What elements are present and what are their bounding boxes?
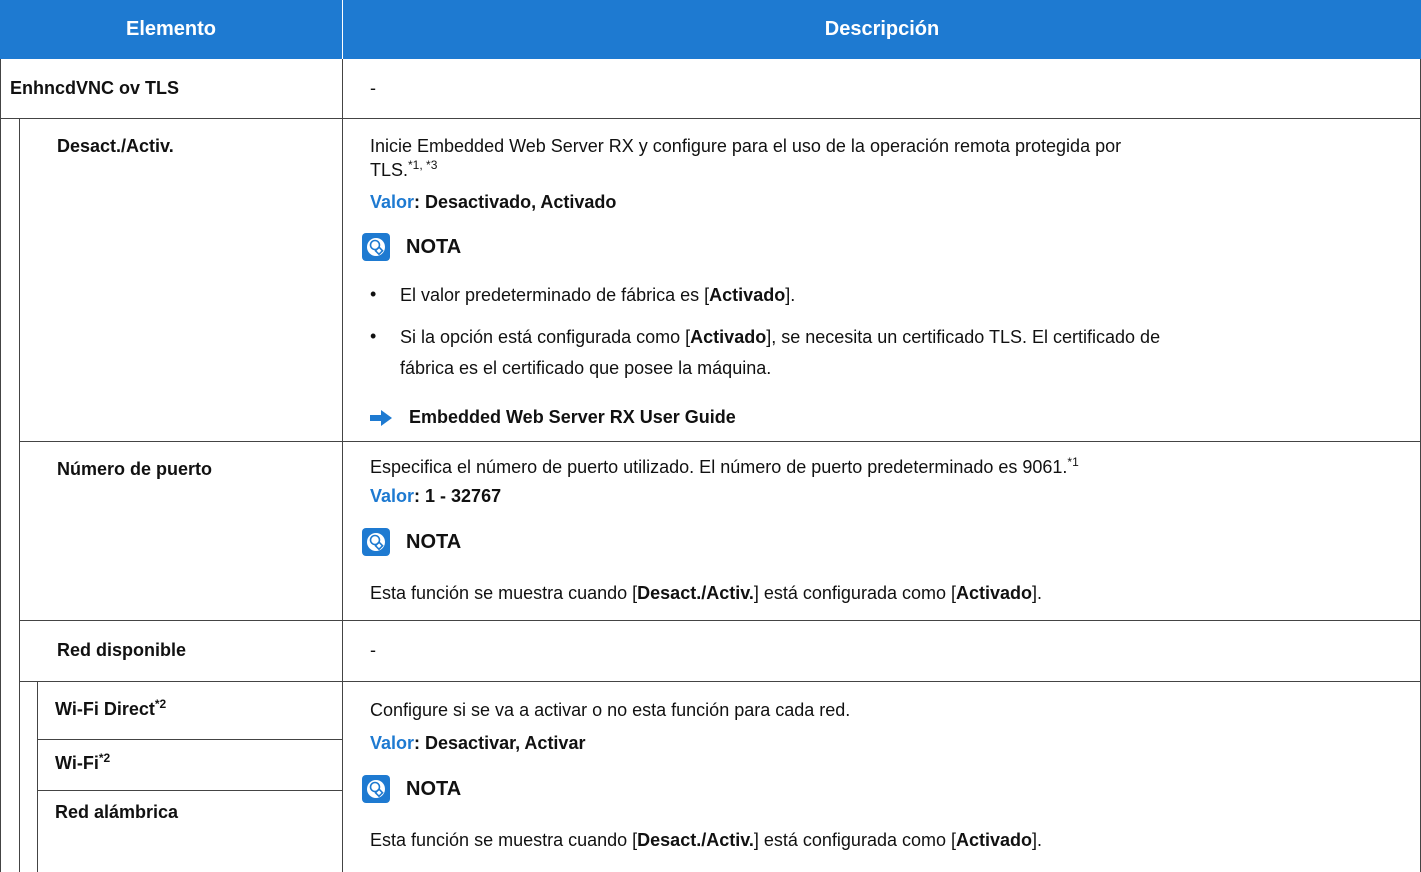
desact-desc-line2: TLS.*1, *3	[370, 158, 438, 181]
n-post: ].	[1032, 583, 1043, 603]
desact-bullet-1: El valor predeterminado de fábrica es [A…	[400, 285, 795, 306]
label-b: Wi-Fi	[55, 753, 99, 773]
n-pre: Esta función se muestra cuando [	[370, 583, 638, 603]
red-valor: Valor: Desactivar, Activar	[370, 733, 585, 754]
row-label-desact-activ: Desact./Activ.	[57, 136, 174, 156]
red-nota: NOTA	[362, 775, 461, 803]
n-pre: Esta función se muestra cuando [	[370, 830, 638, 850]
lightbulb-note-icon	[362, 233, 390, 261]
puerto-nota: NOTA	[362, 528, 461, 556]
valor-value: : 1 - 32767	[414, 486, 502, 506]
puerto-nota-text: Esta función se muestra cuando [Desact./…	[370, 583, 1042, 604]
n-mid: ] está configurada como [	[753, 583, 956, 603]
n-b2: Activado	[956, 830, 1033, 850]
label-b-sup: *2	[98, 751, 111, 765]
desact-desc-line2-text: TLS.	[370, 160, 409, 180]
header-elemento: Elemento	[0, 0, 342, 59]
bullet-dot: •	[370, 284, 377, 304]
desact-footnote-ref: *1, *3	[408, 158, 438, 172]
n-mid: ] está configurada como [	[753, 830, 956, 850]
b2-pre: Si la opción está configurada como [	[400, 327, 691, 347]
b2-bold: Activado	[690, 327, 767, 347]
lightbulb-note-icon	[362, 775, 390, 803]
puerto-desc: Especifica el número de puerto utilizado…	[370, 455, 1079, 478]
row-label-wifi: Wi-Fi*2	[55, 751, 111, 774]
row-label-red-disponible: Red disponible	[57, 640, 187, 660]
label-a: Wi-Fi Direct	[55, 699, 155, 719]
arrow-right-icon	[370, 409, 392, 426]
row-desc-red-disponible: -	[370, 640, 376, 660]
b2-post: ], se necesita un certificado TLS. El ce…	[766, 327, 1161, 347]
row-label-wifi-direct: Wi-Fi Direct*2	[55, 697, 167, 720]
row-desc-enhncdvnc: -	[370, 78, 376, 98]
desact-link[interactable]: Embedded Web Server RX User Guide	[370, 407, 736, 428]
bullet-dot: •	[370, 326, 377, 346]
label-a-sup: *2	[154, 697, 167, 711]
b1-pre: El valor predeterminado de fábrica es [	[400, 285, 710, 305]
valor-label: Valor	[370, 486, 415, 506]
row-label-enhncdvnc: EnhncdVNC ov TLS	[10, 78, 180, 98]
desact-bullet-2-line2: fábrica es el certificado que posee la m…	[400, 358, 772, 378]
settings-table: Elemento Descripción EnhncdVNC ov TLS - …	[0, 0, 1421, 872]
nota-label: NOTA	[406, 777, 462, 800]
row-label-numero-puerto: Número de puerto	[57, 459, 213, 479]
valor-value: : Desactivar, Activar	[414, 733, 586, 753]
link-text[interactable]: Embedded Web Server RX User Guide	[409, 407, 736, 428]
red-nota-text: Esta función se muestra cuando [Desact./…	[370, 830, 1042, 851]
row-label-red-alambrica: Red alámbrica	[55, 802, 179, 822]
puerto-footnote-ref: *1	[1067, 455, 1079, 469]
desact-desc-line1: Inicie Embedded Web Server RX y configur…	[370, 136, 1122, 156]
lightbulb-note-icon	[362, 528, 390, 556]
b1-bold: Activado	[709, 285, 786, 305]
desact-nota: NOTA	[362, 233, 461, 261]
red-desc: Configure si se va a activar o no esta f…	[370, 700, 851, 720]
nota-label: NOTA	[406, 530, 462, 553]
n-b1: Desact./Activ.	[637, 830, 754, 850]
desact-bullet-2: Si la opción está configurada como [Acti…	[400, 327, 1160, 348]
nota-label: NOTA	[406, 235, 462, 258]
valor-value: : Desactivado, Activado	[414, 192, 617, 212]
valor-label: Valor	[370, 733, 415, 753]
puerto-valor: Valor: 1 - 32767	[370, 486, 501, 507]
n-b1: Desact./Activ.	[637, 583, 754, 603]
n-b2: Activado	[956, 583, 1033, 603]
desact-valor: Valor: Desactivado, Activado	[370, 192, 616, 213]
header-descripcion: Descripción	[343, 0, 1421, 59]
b1-post: ].	[785, 285, 796, 305]
n-post: ].	[1032, 830, 1043, 850]
puerto-desc-text: Especifica el número de puerto utilizado…	[370, 457, 1068, 477]
valor-label: Valor	[370, 192, 415, 212]
